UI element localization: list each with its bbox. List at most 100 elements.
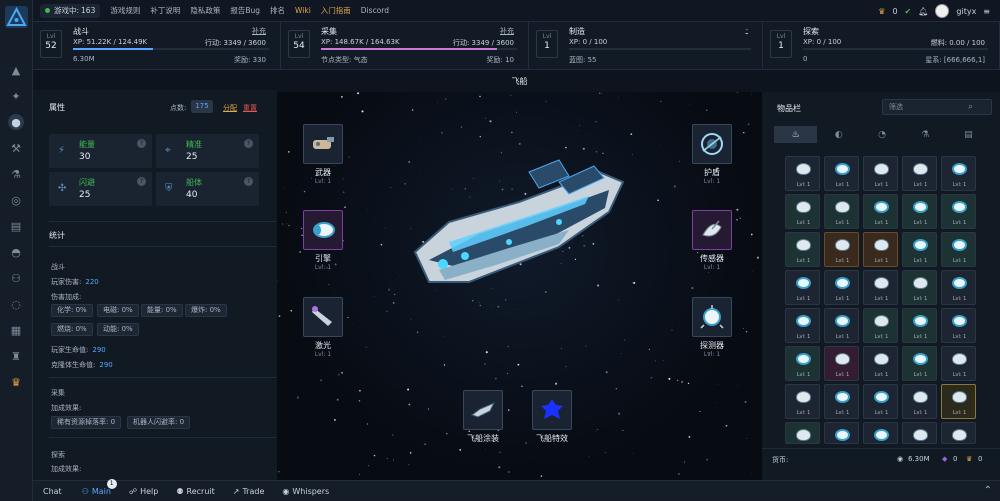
menu-icon[interactable]: ≡ <box>983 7 990 16</box>
map-icon[interactable]: ▤ <box>8 218 24 234</box>
inventory-cell[interactable]: Lvl: 1 <box>785 384 820 419</box>
laser-slot[interactable] <box>303 297 343 337</box>
link-rules[interactable]: 游戏规则 <box>110 5 140 16</box>
stat-card-energy[interactable]: ⚡︎ 能量 30 ? <box>49 134 152 168</box>
inventory-cell[interactable]: Lvl: 1 <box>824 308 859 343</box>
gather-icon[interactable]: ● <box>8 114 24 130</box>
ship-effect-slot[interactable] <box>532 390 572 430</box>
ring-icon[interactable]: ◌ <box>8 296 24 312</box>
inventory-cell[interactable] <box>785 422 820 444</box>
inventory-cell[interactable]: Lvl: 1 <box>824 384 859 419</box>
inventory-cell[interactable]: Lvl: 1 <box>863 270 898 305</box>
inventory-cell[interactable]: Lvl: 1 <box>785 270 820 305</box>
skill-link[interactable]: - <box>745 26 748 34</box>
inventory-cell[interactable]: Lvl: 1 <box>785 346 820 381</box>
allocate-link[interactable]: 分配 <box>223 103 237 113</box>
skill-panel[interactable]: Lvl 1 探索 XP: 0 / 100 燃料: 0.00 / 100 0 星系: [666… <box>763 22 1000 70</box>
stat-card-hull[interactable]: ⛨ 船体 40 ? <box>156 172 259 206</box>
pie-icon[interactable]: ◔ <box>860 126 903 143</box>
link-wiki[interactable]: Wiki <box>295 6 311 15</box>
inventory-cell[interactable]: Lvl: 1 <box>941 194 976 229</box>
inventory-cell[interactable]: Lvl: 1 <box>863 308 898 343</box>
inventory-cell[interactable]: Lvl: 1 <box>902 270 937 305</box>
inventory-cell[interactable]: Lvl: 1 <box>902 346 937 381</box>
inventory-cell[interactable]: Lvl: 1 <box>824 156 859 191</box>
help-icon[interactable]: ? <box>244 139 253 148</box>
skill-panel[interactable]: Lvl 1 制造 - XP: 0 / 100 蓝图: 55 <box>529 22 763 70</box>
egg-icon[interactable]: ◐ <box>817 126 860 143</box>
weapon-slot[interactable] <box>303 124 343 164</box>
tab-whispers[interactable]: ◉ Whispers <box>282 487 329 496</box>
skill-link[interactable]: 补充 <box>252 26 266 36</box>
inventory-cell[interactable]: Lvl: 1 <box>941 156 976 191</box>
bell-icon[interactable]: 🔔︎ <box>918 7 928 16</box>
inventory-cell[interactable]: Lvl: 1 <box>824 346 859 381</box>
inventory-cell[interactable]: Lvl: 1 <box>785 194 820 229</box>
inventory-cell[interactable]: Lvl: 1 <box>863 346 898 381</box>
inventory-cell[interactable]: Lvl: 1 <box>785 156 820 191</box>
help-icon[interactable]: ? <box>137 139 146 148</box>
skill-panel[interactable]: Lvl 54 采集 补充 XP: 148.67K / 164.63K 行动: 3349 /… <box>281 22 529 70</box>
skill-panel[interactable]: Lvl 52 战斗 补充 XP: 51.22K / 124.49K 行动: 3349 / … <box>33 22 281 70</box>
hammer-icon[interactable]: ⚒ <box>8 140 24 156</box>
inventory-cell[interactable]: Lvl: 1 <box>941 384 976 419</box>
inventory-cell[interactable]: Lvl: 1 <box>863 194 898 229</box>
flask-icon[interactable]: ⚗ <box>8 166 24 182</box>
inventory-cell[interactable]: Lvl: 1 <box>902 308 937 343</box>
inventory-cell[interactable]: Lvl: 1 <box>941 270 976 305</box>
check-icon[interactable]: ✔ <box>905 7 912 16</box>
avatar[interactable] <box>935 4 950 18</box>
inventory-cell[interactable]: Lvl: 1 <box>902 194 937 229</box>
link-discord[interactable]: Discord <box>361 6 389 15</box>
combat-icon[interactable]: ✦ <box>8 88 24 104</box>
engine-slot[interactable] <box>303 210 343 250</box>
link-guide[interactable]: 入门指南 <box>321 5 351 16</box>
link-patch-notes[interactable]: 补丁说明 <box>150 5 180 16</box>
inventory-cell[interactable]: Lvl: 1 <box>902 384 937 419</box>
radar-icon[interactable]: ◎ <box>8 192 24 208</box>
link-ranking[interactable]: 排名 <box>270 5 285 16</box>
skill-link[interactable]: 补充 <box>500 26 514 36</box>
link-report-bug[interactable]: 报告Bug <box>230 5 260 16</box>
inventory-cell[interactable]: Lvl: 1 <box>863 156 898 191</box>
inventory-cell[interactable]: Lvl: 1 <box>941 346 976 381</box>
document-icon[interactable]: ▤ <box>947 126 990 143</box>
tab-recruit[interactable]: ⚉ Recruit <box>176 487 214 496</box>
logo-icon[interactable] <box>5 6 28 28</box>
inventory-cell[interactable] <box>941 422 976 444</box>
inventory-cell[interactable]: Lvl: 1 <box>785 232 820 267</box>
inventory-cell[interactable]: Lvl: 1 <box>902 156 937 191</box>
sensor-slot[interactable] <box>692 210 732 250</box>
inventory-cell[interactable]: Lvl: 1 <box>824 232 859 267</box>
help-icon[interactable]: ? <box>137 177 146 186</box>
inventory-cell[interactable]: Lvl: 1 <box>785 308 820 343</box>
crown-icon[interactable]: ♛ <box>8 374 24 390</box>
trophy-icon[interactable]: ♜ <box>8 348 24 364</box>
inventory-cell[interactable]: Lvl: 1 <box>902 232 937 267</box>
username[interactable]: gityx <box>956 7 976 16</box>
help-icon[interactable]: ? <box>244 177 253 186</box>
tab-trade[interactable]: ↗ Trade <box>233 487 265 496</box>
inventory-cell[interactable] <box>863 422 898 444</box>
inventory-cell[interactable]: Lvl: 1 <box>941 308 976 343</box>
inventory-cell[interactable]: Lvl: 1 <box>941 232 976 267</box>
tab-chat[interactable]: Chat <box>43 487 62 496</box>
stat-card-evasion[interactable]: ✣ 闪避 25 ? <box>49 172 152 206</box>
shop-icon[interactable]: ▦ <box>8 322 24 338</box>
inventory-cell[interactable]: Lvl: 1 <box>824 270 859 305</box>
stat-card-accuracy[interactable]: ⌖ 精准 25 ? <box>156 134 259 168</box>
people-icon[interactable]: ⚇ <box>8 270 24 286</box>
inventory-cell[interactable] <box>902 422 937 444</box>
shield-slot[interactable] <box>692 124 732 164</box>
search-icon[interactable]: ⌕ <box>968 102 973 112</box>
inventory-search-input[interactable]: 筛选 <box>882 99 992 115</box>
ship-skin-slot[interactable] <box>463 390 503 430</box>
ship-icon[interactable]: ▲ <box>8 62 24 78</box>
inventory-cell[interactable]: Lvl: 1 <box>824 194 859 229</box>
chevron-up-icon[interactable]: ⌃ <box>984 485 992 496</box>
inventory-cell[interactable]: Lvl: 1 <box>863 384 898 419</box>
inventory-cell[interactable] <box>824 422 859 444</box>
flask-icon[interactable]: ⚗ <box>904 126 947 143</box>
flame-icon[interactable]: ♨ <box>774 126 818 143</box>
tab-help[interactable]: ☍ Help <box>129 487 158 496</box>
